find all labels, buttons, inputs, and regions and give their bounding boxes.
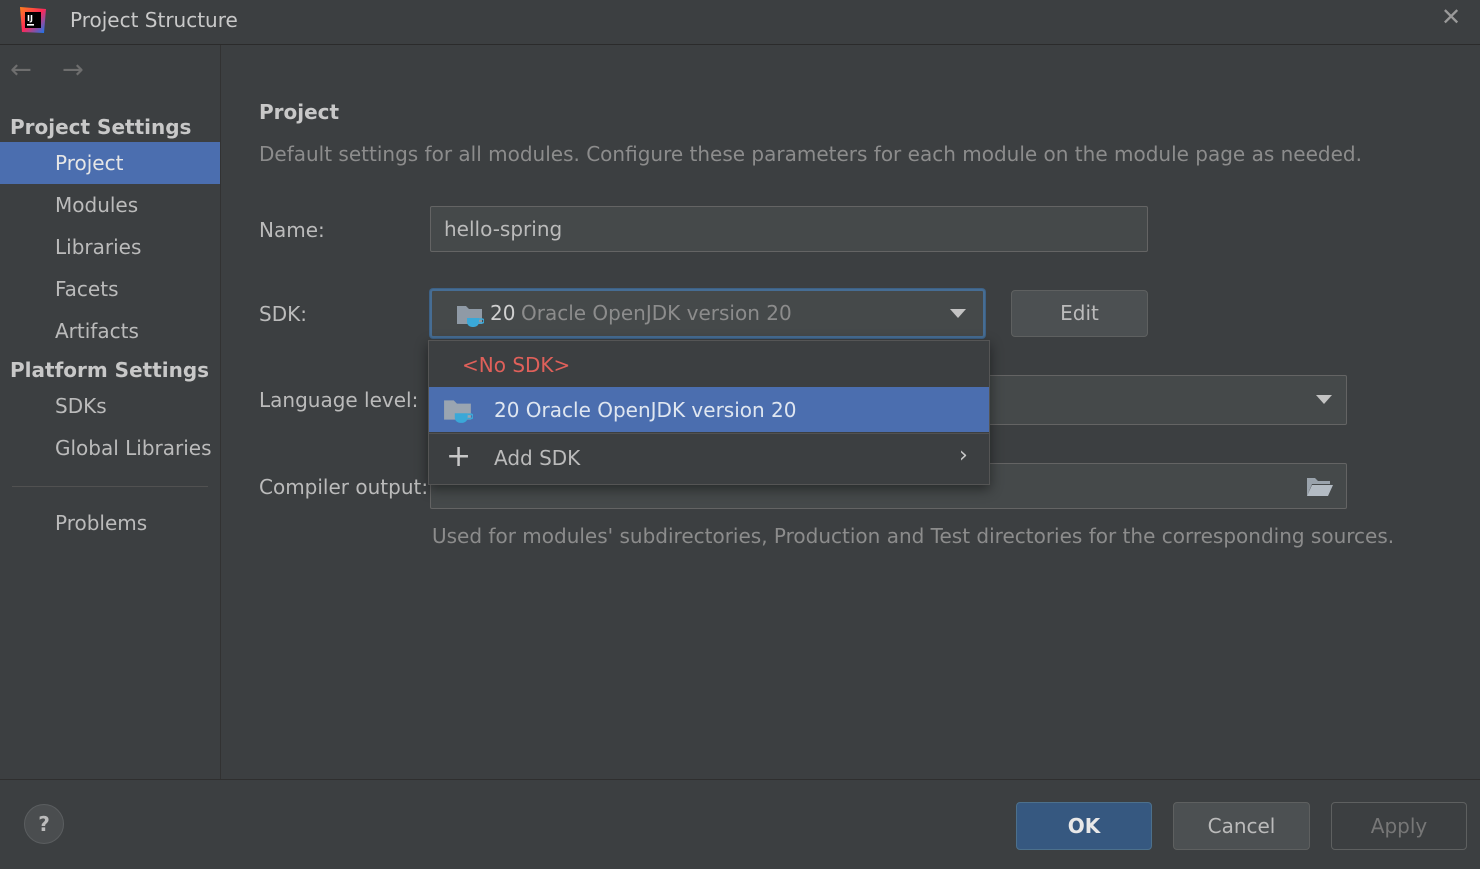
jdk-folder-icon bbox=[457, 306, 484, 327]
bottom-bar: ? OK Cancel Apply bbox=[0, 779, 1480, 869]
page-title: Project bbox=[259, 100, 340, 124]
language-level-label: Language level: bbox=[259, 388, 419, 412]
page-description: Default settings for all modules. Config… bbox=[259, 142, 1362, 166]
popup-item-add-sdk[interactable]: + Add SDK › bbox=[429, 435, 989, 484]
popup-item-jdk-20[interactable]: 20 Oracle OpenJDK version 20 bbox=[429, 387, 989, 432]
popup-item-no-sdk[interactable]: <No SDK> bbox=[429, 341, 989, 386]
svg-text:IJ: IJ bbox=[27, 14, 33, 23]
chevron-down-icon[interactable] bbox=[1316, 395, 1332, 404]
plus-icon: + bbox=[446, 439, 472, 474]
sidebar-item-libraries[interactable]: Libraries bbox=[0, 226, 220, 268]
edit-sdk-button[interactable]: Edit bbox=[1011, 290, 1148, 337]
help-icon[interactable]: ? bbox=[24, 804, 64, 844]
sidebar-item-modules[interactable]: Modules bbox=[0, 184, 220, 226]
folder-open-icon[interactable] bbox=[1306, 475, 1334, 497]
project-settings-header: Project Settings bbox=[10, 115, 192, 139]
sidebar: ← → Project Settings Project Modules Lib… bbox=[0, 45, 221, 779]
sidebar-divider bbox=[12, 486, 208, 487]
sdk-popup-menu: <No SDK> 20 Oracle OpenJDK version 20 + … bbox=[428, 340, 990, 485]
sdk-dropdown[interactable]: 20 Oracle OpenJDK version 20 bbox=[430, 289, 985, 338]
name-input[interactable] bbox=[430, 206, 1148, 252]
compiler-output-hint: Used for modules' subdirectories, Produc… bbox=[432, 524, 1395, 548]
intellij-logo-icon: IJ bbox=[20, 7, 46, 33]
back-arrow-icon[interactable]: ← bbox=[10, 55, 32, 85]
chevron-down-icon bbox=[950, 309, 966, 318]
sidebar-item-facets[interactable]: Facets bbox=[0, 268, 220, 310]
popup-separator bbox=[429, 433, 989, 434]
compiler-output-label: Compiler output: bbox=[259, 475, 429, 499]
sidebar-item-artifacts[interactable]: Artifacts bbox=[0, 310, 220, 352]
forward-arrow-icon[interactable]: → bbox=[62, 55, 84, 85]
sdk-version: 20 bbox=[490, 301, 516, 325]
sidebar-item-global-libraries[interactable]: Global Libraries bbox=[0, 427, 220, 469]
apply-button[interactable]: Apply bbox=[1331, 802, 1467, 850]
chevron-right-icon: › bbox=[959, 443, 968, 468]
sidebar-item-sdks[interactable]: SDKs bbox=[0, 385, 220, 427]
popup-item-jdk-label: 20 Oracle OpenJDK version 20 bbox=[494, 398, 797, 422]
name-label: Name: bbox=[259, 218, 325, 242]
sdk-name: Oracle OpenJDK version 20 bbox=[521, 301, 792, 325]
cancel-button[interactable]: Cancel bbox=[1173, 802, 1310, 850]
jdk-folder-icon bbox=[444, 400, 473, 423]
window-title: Project Structure bbox=[70, 8, 238, 32]
close-icon[interactable]: ✕ bbox=[1438, 4, 1464, 30]
add-sdk-label: Add SDK bbox=[494, 446, 581, 470]
ok-button[interactable]: OK bbox=[1016, 802, 1152, 850]
sidebar-item-project[interactable]: Project bbox=[0, 142, 220, 184]
sdk-label: SDK: bbox=[259, 302, 307, 326]
platform-settings-header: Platform Settings bbox=[10, 358, 210, 382]
sidebar-item-problems[interactable]: Problems bbox=[0, 502, 220, 544]
title-bar: IJ Project Structure ✕ bbox=[0, 0, 1480, 45]
